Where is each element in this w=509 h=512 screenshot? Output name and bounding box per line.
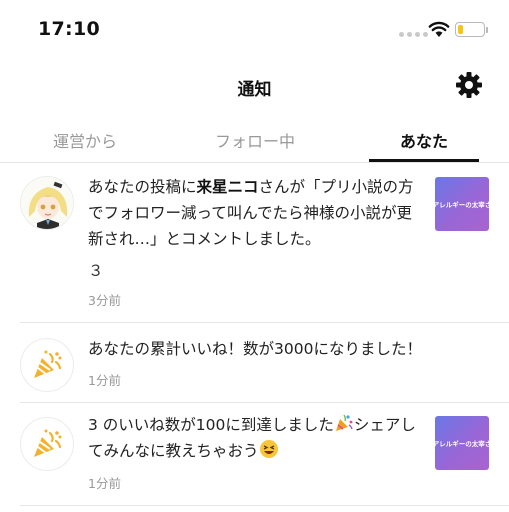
user-name[interactable]: 来星ニコ [197,178,259,196]
user-avatar-icon [21,177,73,229]
divider [20,505,509,506]
timestamp: 1分前 [88,476,121,491]
tab-you[interactable]: あなた [369,128,479,152]
gear-icon[interactable] [455,71,483,99]
message-prefix: あなたの投稿に [88,178,197,196]
laughing-face-emoji-icon [259,440,278,458]
wifi-icon [428,21,450,37]
notification-message: あなたの累計いいね！数が3000になりました！ [88,340,422,358]
avatar[interactable] [20,176,74,230]
post-thumbnail[interactable]: アレルギーの太宰さ [435,177,489,231]
divider [20,402,509,403]
battery-level [458,25,463,34]
party-popper-icon [34,350,62,378]
tab-official[interactable]: 運営から [40,128,130,152]
thumbnail-title: アレルギーの太宰さ [435,201,489,209]
post-thumbnail[interactable]: アレルギーの太宰さ [435,416,489,470]
timestamp: 3分前 [88,293,121,308]
divider [20,322,509,323]
cellular-signal-icon [399,32,428,37]
tab-bar: 運営から フォロー中 あなた [0,118,509,163]
timestamp: 1分前 [88,373,121,388]
avatar [20,417,74,471]
party-popper-icon [34,429,62,457]
battery-tip [486,27,488,33]
avatar [20,338,74,392]
notification-message: あなたの投稿に来星ニコさんが「プリ小説の方でフォロワー減って叫んでたら神様の小説… [88,174,422,252]
thumbnail-title: アレルギーの太宰さ [435,440,489,448]
notification-message: 3 のいいね数が100に到達しました シェアしてみんなに教えちゃおう [88,412,422,464]
page-title: 通知 [237,80,272,100]
tab-following[interactable]: フォロー中 [205,128,305,152]
comment-text: ３ [88,262,104,280]
battery-icon [455,22,485,37]
status-time: 17:10 [38,18,100,40]
status-bar: 17:10 [0,0,509,56]
party-popper-emoji-icon [335,414,353,431]
message-part-1: 3 のいいね数が100に到達しました [88,416,334,434]
active-tab-indicator [369,159,479,162]
